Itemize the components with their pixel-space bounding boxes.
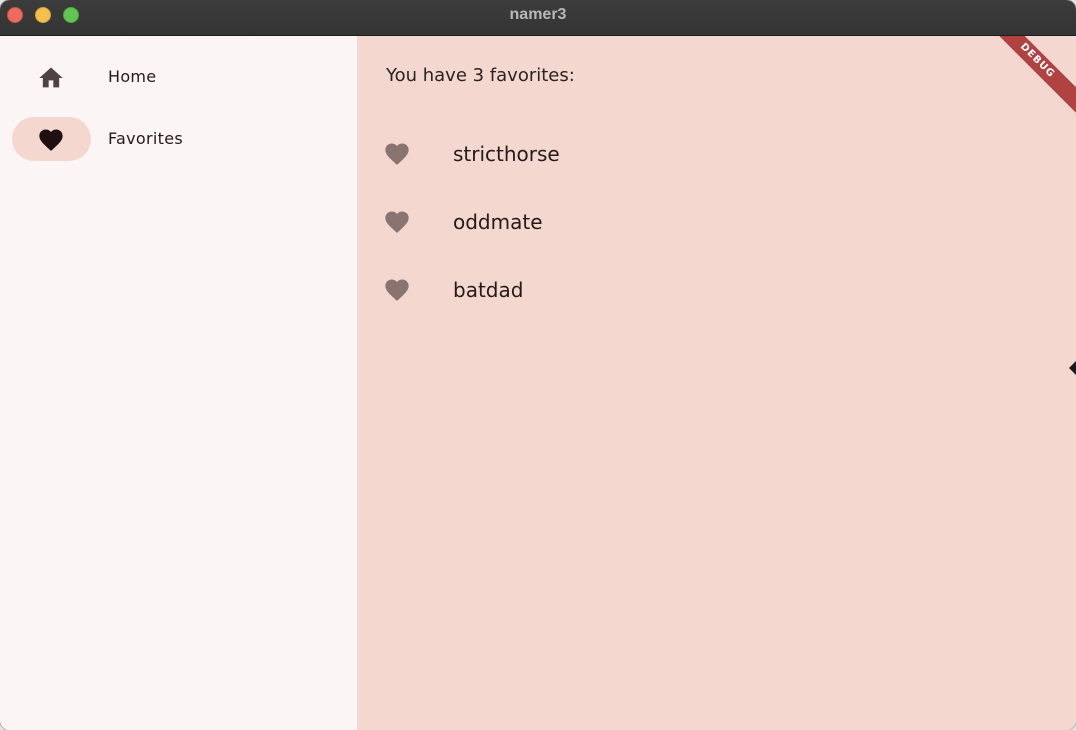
list-item[interactable]: batdad	[357, 260, 1076, 320]
heart-icon	[385, 211, 409, 233]
heart-icon	[385, 279, 409, 301]
heart-icon	[39, 129, 63, 151]
navigation-rail: Home Favorites	[0, 36, 357, 730]
favorites-page: You have 3 favorites: stricthorse oddmat…	[357, 36, 1076, 730]
nav-label-favorites: Favorites	[108, 129, 183, 148]
favorite-name: batdad	[453, 278, 524, 302]
home-icon	[39, 67, 63, 88]
favorite-name: stricthorse	[453, 142, 560, 166]
nav-item-home[interactable]: Home	[0, 49, 357, 105]
resize-cursor-icon	[1069, 361, 1076, 375]
favorite-name: oddmate	[453, 210, 543, 234]
window-title: namer3	[509, 6, 567, 23]
app-window: namer3 Home Favorites You have 3 favorit…	[0, 0, 1076, 730]
nav-label-home: Home	[108, 67, 157, 86]
list-item[interactable]: stricthorse	[357, 124, 1076, 184]
favorites-count-heading: You have 3 favorites:	[386, 65, 575, 86]
heart-icon	[385, 143, 409, 165]
nav-item-favorites[interactable]: Favorites	[0, 111, 357, 167]
title-bar[interactable]: namer3	[0, 0, 1076, 36]
list-item[interactable]: oddmate	[357, 192, 1076, 252]
debug-banner: DEBUG	[977, 36, 1076, 121]
